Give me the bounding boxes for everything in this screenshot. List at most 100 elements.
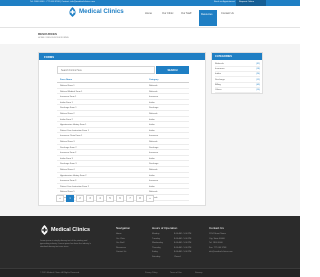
form-name-cell[interactable]: Discharge Form 3 [60,163,77,165]
form-name-cell[interactable]: Insurance Form 1 [60,96,76,98]
table-row[interactable]: Intake Form 1 Intake [57,101,189,106]
category-count: (15) [256,89,260,91]
form-name-cell[interactable]: Referral Form 5 [60,191,75,193]
category-cell: Insurance [149,135,159,138]
copyright: © 2015 Medical Clinics. All Rights Reser… [40,272,80,274]
footer-nav-link[interactable]: Our Clinic [116,238,125,240]
page-title: RESOURCES [38,32,58,36]
form-name-cell[interactable]: Hypertension History Form 2 [60,175,86,177]
column-category: Category [149,79,159,81]
terms-of-use-link[interactable]: Terms of Use [170,272,182,274]
category-cell: Referrals [149,169,158,171]
table-row[interactable]: Patient Care Instruction Form 2 Intake [57,185,189,190]
table-row[interactable]: Discharge Form 1 Discharge [57,106,189,111]
pagination-next[interactable]: » [146,195,154,202]
forms-panel: FORMS SEARCH Form Name Category Referral… [38,52,206,206]
form-name-cell[interactable]: Referral Form 4 [60,169,75,171]
pagination-page[interactable]: 3 [86,195,94,202]
site-header [0,6,300,28]
table-row[interactable]: Referral Form 2 Referrals [57,112,189,117]
footer-nav-link[interactable]: Home [116,233,122,235]
form-name-cell[interactable]: Discharge Form 1 [60,107,77,109]
table-header: Form Name Category [57,78,189,83]
table-row[interactable]: Insurance Form 2 Insurance [57,151,189,156]
form-name-cell[interactable]: Insurance Claim Form 1 [60,135,82,137]
form-name-cell[interactable]: Referral Form 3 [60,141,75,143]
category-cell: Discharge [149,163,159,166]
footer-hours-day: Thursday [152,246,161,249]
pagination-page[interactable]: 7 [126,195,134,202]
pagination-prev[interactable]: « [56,195,64,202]
category-item[interactable]: Others (15) [215,88,260,93]
footer-logo-icon [41,225,48,235]
pagination-page[interactable]: 2 [76,195,84,202]
form-name-cell[interactable]: Referral Medical Form 1 [60,91,82,93]
category-name: Others [215,89,222,91]
form-name-cell[interactable]: Discharge Form 2 [60,147,77,149]
category-count: (09) [256,83,260,86]
category-cell: Referrals [149,90,158,93]
table-row[interactable]: Discharge Form 3 Discharge [57,162,189,167]
category-cell: Intake [149,174,155,177]
search-button[interactable]: SEARCH [156,66,189,74]
forms-search-input[interactable] [57,66,155,74]
footer-hours-day: Tuesday [152,237,160,240]
site-logo[interactable]: Medical Clinics [79,8,124,15]
category-cell: Referrals [149,191,158,194]
nav-our-clinic[interactable]: Our Clinic [162,12,173,15]
form-name-cell[interactable]: Patient Care Instruction Form 2 [60,186,89,188]
nav-our-staff[interactable]: Our Staff [181,12,191,15]
table-row[interactable]: Insurance Form 1 Insurance [57,95,189,100]
categories-heading: CATEGORIES [215,54,232,58]
footer-hours-time: 8:00 AM - 5:00 PM [174,246,192,249]
table-row[interactable]: Insurance Form 3 Insurance [57,179,189,184]
footer-nav-link[interactable]: Contact Us [116,251,126,253]
privacy-policy-link[interactable]: Privacy Policy [145,272,157,274]
nav-home[interactable]: Home [145,12,152,15]
breadcrumb: HOME / RESOURCES/FORMS [38,37,69,39]
form-name-cell[interactable]: Intake Form 2 [60,119,73,121]
medical-logo-icon[interactable] [68,7,77,17]
table-row[interactable]: Referral Form 3 Referrals [57,140,189,145]
sitemap-link[interactable]: Sitemap [195,272,202,274]
form-name-cell[interactable]: Referral Form 2 [60,113,75,115]
footer-nav-link[interactable]: Resources [116,247,126,249]
category-cell: Referrals [149,113,158,115]
footer-hours-day: Wednesday [152,242,163,245]
table-row[interactable]: Hypertension History Form 1 Intake [57,123,189,128]
footer-hours-day: Saturday [152,256,161,258]
form-name-cell[interactable]: Referral Form 1 [60,85,75,87]
table-row[interactable]: Referral Medical Form 1 Referrals [57,90,189,95]
footer-nav-link[interactable]: Our Staff [116,242,124,244]
pagination-page[interactable]: 1 [66,195,74,202]
table-row[interactable]: Intake Form 2 Intake [57,118,189,123]
pagination-page[interactable]: 8 [136,195,144,202]
nav-contact-us[interactable]: Contact Us [221,12,234,15]
category-name: Discharge [215,78,225,81]
pagination-page[interactable]: 4 [96,195,104,202]
pagination-page[interactable]: 5 [106,195,114,202]
form-name-cell[interactable]: Intake Form 1 [60,102,73,104]
table-row[interactable]: Referral Form 1 Referrals [57,84,189,89]
footer-navigation-title: Navigation [116,226,131,230]
form-name-cell[interactable]: Intake Form 3 [60,158,73,160]
table-row[interactable]: Hypertension History Form 2 Intake [57,174,189,179]
form-name-cell[interactable]: Hypertension History Form 1 [60,124,86,126]
table-row[interactable]: Intake Form 3 Intake [57,157,189,162]
table-row[interactable]: Patient Care Instruction Form 1 Intake [57,129,189,134]
table-row[interactable]: Discharge Form 2 Discharge [57,146,189,151]
form-name-cell[interactable]: Patient Care Instruction Form 1 [60,130,89,132]
footer-logo[interactable]: Medical Clinics [51,227,90,233]
nav-resources[interactable]: Resources [199,10,217,26]
pagination-page[interactable]: 6 [116,195,124,202]
form-name-cell[interactable]: Insurance Form 2 [60,152,76,154]
footer-about-text: Lorem ipsum is simply dummy text of the … [40,240,91,248]
footer-bottom-bar: © 2015 Medical Clinics. All Rights Reser… [0,268,300,277]
categories-header: CATEGORIES [212,53,262,60]
table-row[interactable]: Referral Form 4 Referrals [57,168,189,173]
category-count: (24) [256,73,260,76]
form-name-cell[interactable]: Insurance Form 3 [60,180,76,182]
footer-hours-time: Closed [174,256,181,258]
category-cell: Insurance [149,96,159,99]
table-row[interactable]: Insurance Claim Form 1 Insurance [57,134,189,139]
